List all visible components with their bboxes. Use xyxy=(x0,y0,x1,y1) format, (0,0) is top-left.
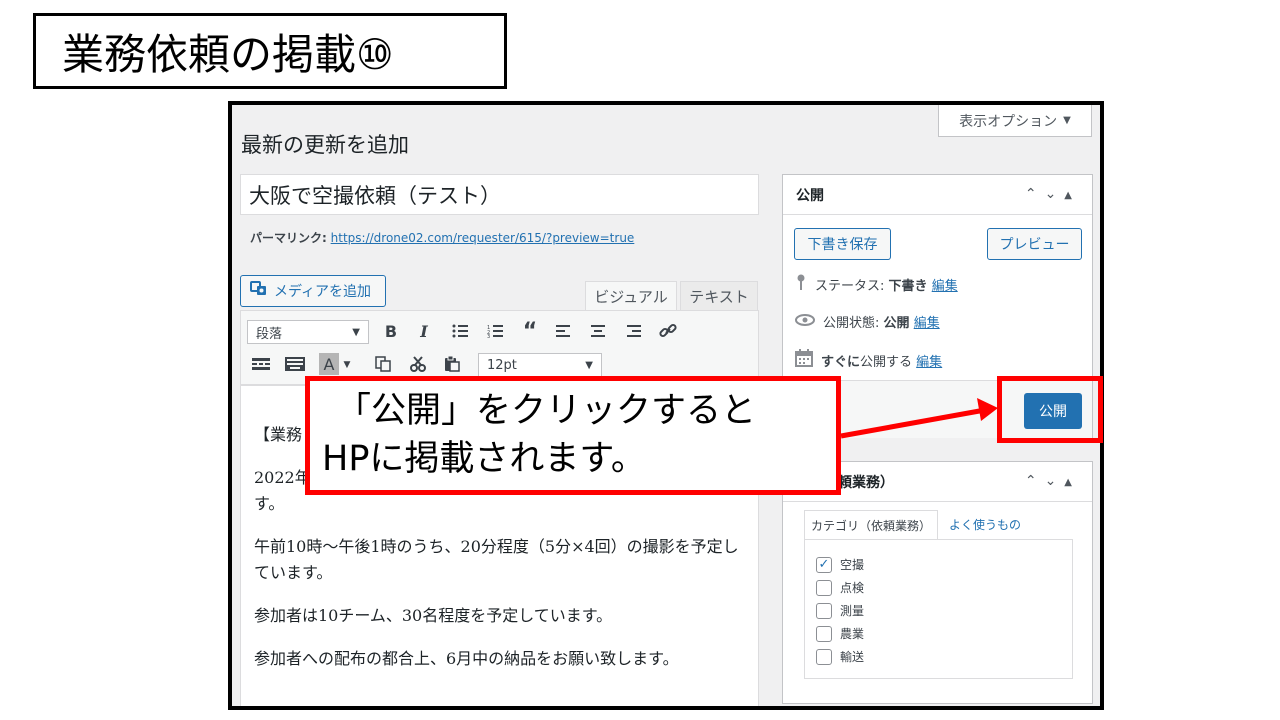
pin-icon xyxy=(795,274,807,294)
more-tag-icon[interactable] xyxy=(250,353,272,375)
category-label: 輸送 xyxy=(840,650,865,664)
svg-text:3: 3 xyxy=(487,334,490,338)
text-color-icon[interactable]: A xyxy=(319,353,339,375)
align-right-icon[interactable] xyxy=(622,320,644,342)
caret-down-icon: ▼ xyxy=(1063,115,1071,126)
page-heading: 最新の更新を追加 xyxy=(241,133,409,157)
screen-options-button[interactable]: 表示オプション ▼ xyxy=(938,105,1092,137)
eye-icon xyxy=(795,313,815,330)
caret-down-icon: ▼ xyxy=(585,359,593,371)
category-item[interactable]: 農業 xyxy=(816,622,1072,645)
chevron-up-icon[interactable]: ⌃ xyxy=(1025,473,1045,489)
font-size-select[interactable]: 12pt ▼ xyxy=(478,353,602,377)
tab-visual[interactable]: ビジュアル xyxy=(585,281,677,311)
visibility-row: 公開状態: 公開 編集 xyxy=(795,312,940,331)
callout-line-1: 「公開」をクリックすると xyxy=(336,391,757,431)
add-media-button[interactable]: メディアを追加 xyxy=(240,275,386,307)
post-title-input[interactable]: 大阪で空撮依頼（テスト） xyxy=(240,174,759,215)
callout-line-2: HPに掲載されます。 xyxy=(322,439,646,479)
tab-text[interactable]: テキスト xyxy=(680,281,758,311)
box-controls[interactable]: ⌃⌄▲ xyxy=(1025,473,1080,489)
chevron-down-icon[interactable]: ⌄ xyxy=(1045,473,1065,489)
permalink-label: パーマリンク: xyxy=(250,231,327,245)
content-paragraph-2: 午前10時～午後1時のうち、20分程度（5分×4回）の撮影を予定しています。 xyxy=(254,537,739,582)
screen-options-label: 表示オプション xyxy=(959,113,1058,130)
triangle-up-icon[interactable]: ▲ xyxy=(1064,190,1080,201)
category-item[interactable]: 点検 xyxy=(816,576,1072,599)
category-item[interactable]: 輸送 xyxy=(816,645,1072,668)
paste-text-icon[interactable] xyxy=(372,353,394,375)
format-select[interactable]: 段落 ▼ xyxy=(247,320,369,344)
category-item[interactable]: 測量 xyxy=(816,599,1072,622)
slide-title: 業務依頼の掲載⑩ xyxy=(33,13,507,89)
content-line-2b: す。 xyxy=(254,494,285,513)
cut-icon[interactable] xyxy=(407,353,429,375)
checkbox[interactable] xyxy=(816,602,832,619)
align-left-icon[interactable] xyxy=(553,320,575,342)
preview-button[interactable]: プレビュー xyxy=(987,228,1082,260)
category-box: リ（依頼業務） ⌃⌄▲ カテゴリ（依頼業務） よく使うもの ✓ 空撮 点検 測量 … xyxy=(782,461,1093,704)
link-icon[interactable] xyxy=(657,320,679,342)
italic-icon[interactable]: I xyxy=(413,320,435,342)
triangle-up-icon[interactable]: ▲ xyxy=(1064,477,1080,488)
category-item[interactable]: ✓ 空撮 xyxy=(816,553,1072,576)
content-line-2: 2022年 xyxy=(254,468,311,487)
format-select-value: 段落 xyxy=(256,326,283,342)
schedule-row: すぐに公開する 編集 xyxy=(795,349,942,371)
status-label: ステータス: xyxy=(815,278,885,294)
permalink-url[interactable]: https://drone02.com/requester/615/?previ… xyxy=(331,231,635,245)
keyboard-icon[interactable] xyxy=(284,353,306,375)
category-label: 空撮 xyxy=(840,558,865,572)
editor-toolbar: 段落 ▼ B I 123 “ A ▼ 12pt ▼ xyxy=(240,310,759,385)
caret-down-icon: ▼ xyxy=(352,326,360,338)
chevron-up-icon[interactable]: ⌃ xyxy=(1025,186,1045,202)
paste-icon[interactable] xyxy=(441,353,463,375)
tab-popular-categories[interactable]: よく使うもの xyxy=(949,516,1021,533)
category-checklist: ✓ 空撮 点検 測量 農業 輸送 xyxy=(804,539,1073,679)
save-draft-button[interactable]: 下書き保存 xyxy=(794,228,891,260)
schedule-suffix: 公開する xyxy=(860,354,913,370)
category-label: 農業 xyxy=(840,627,865,641)
visibility-edit-link[interactable]: 編集 xyxy=(914,316,940,331)
bullet-list-icon[interactable] xyxy=(449,320,471,342)
publish-highlight-box xyxy=(997,376,1103,443)
checkbox-checked[interactable]: ✓ xyxy=(816,556,832,573)
category-label: 点検 xyxy=(840,581,865,595)
media-icon xyxy=(250,281,268,301)
checkbox[interactable] xyxy=(816,648,832,665)
caret-down-icon[interactable]: ▼ xyxy=(340,354,354,376)
blockquote-icon[interactable]: “ xyxy=(519,319,541,344)
content-paragraph-4: 参加者への配布の都合上、6月中の納品をお願い致します。 xyxy=(254,649,679,668)
numbered-list-icon[interactable]: 123 xyxy=(484,320,506,342)
align-center-icon[interactable] xyxy=(587,320,609,342)
visibility-value: 公開 xyxy=(883,316,910,331)
status-row: ステータス: 下書き 編集 xyxy=(795,274,958,294)
content-paragraph-3: 参加者は10チーム、30名程度を予定しています。 xyxy=(254,606,613,625)
status-edit-link[interactable]: 編集 xyxy=(932,279,958,294)
permalink: パーマリンク: https://drone02.com/requester/61… xyxy=(250,229,634,246)
schedule-label: すぐに xyxy=(821,354,861,370)
status-value: 下書き xyxy=(888,278,928,294)
calendar-icon xyxy=(795,349,813,371)
tab-all-categories[interactable]: カテゴリ（依頼業務） xyxy=(804,510,938,539)
checkbox[interactable] xyxy=(816,579,832,596)
visibility-label: 公開状態: xyxy=(823,316,880,331)
checkbox[interactable] xyxy=(816,625,832,642)
box-controls[interactable]: ⌃⌄▲ xyxy=(1025,186,1080,202)
callout-box: 「公開」をクリックすると HPに掲載されます。 xyxy=(305,376,841,495)
bold-icon[interactable]: B xyxy=(380,320,402,342)
chevron-down-icon[interactable]: ⌄ xyxy=(1045,186,1065,202)
add-media-label: メディアを追加 xyxy=(274,284,372,300)
font-size-value: 12pt xyxy=(487,357,517,373)
category-label: 測量 xyxy=(840,604,865,618)
schedule-edit-link[interactable]: 編集 xyxy=(916,355,942,370)
